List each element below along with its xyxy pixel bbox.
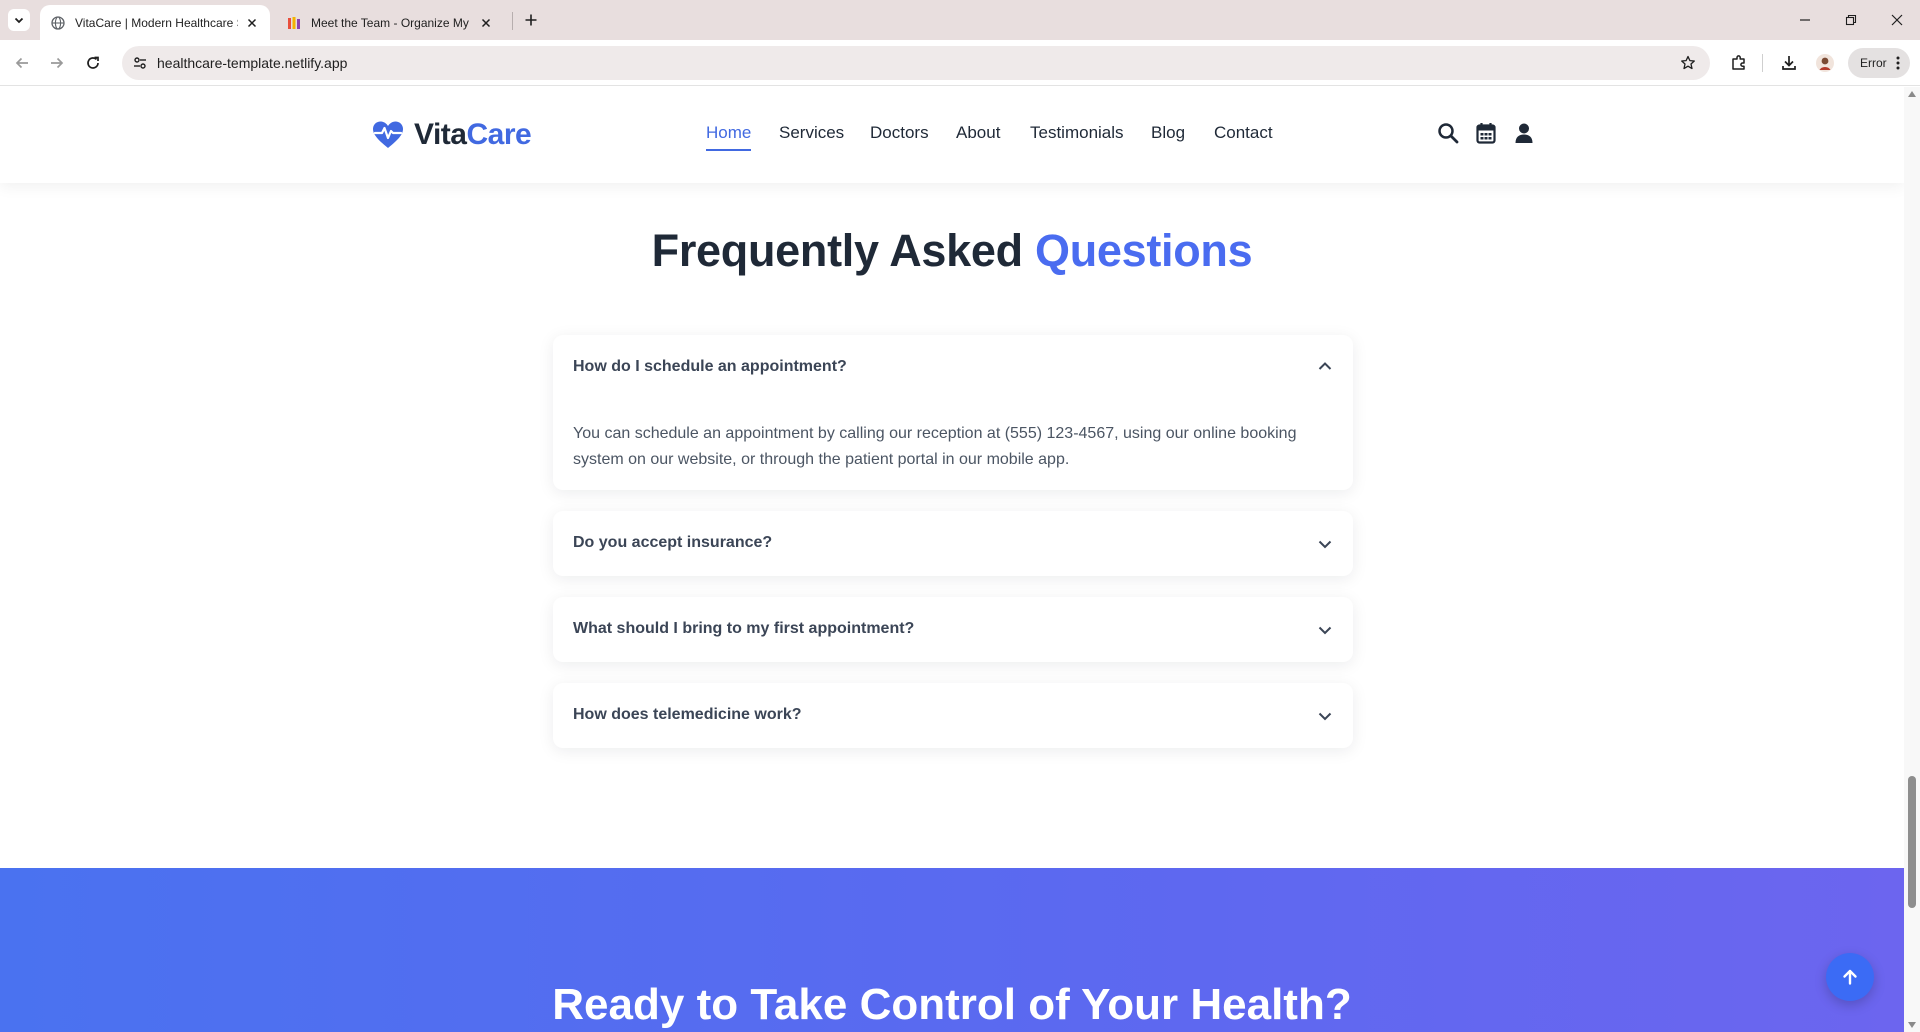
chevron-down-icon[interactable] (1315, 534, 1335, 554)
downloads-button[interactable] (1777, 51, 1801, 75)
nav-about[interactable]: About (956, 123, 1000, 143)
faq-heading-main: Frequently Asked (651, 225, 1023, 276)
close-icon (1891, 14, 1903, 26)
bookmark-star-icon[interactable] (1678, 53, 1698, 73)
chevron-down-icon[interactable] (1315, 620, 1335, 640)
minimize-button[interactable] (1782, 0, 1828, 40)
colorful-bars-icon (286, 15, 302, 31)
new-tab-button[interactable] (520, 9, 542, 31)
address-bar[interactable]: healthcare-template.netlify.app (122, 46, 1710, 80)
url-text: healthcare-template.netlify.app (157, 55, 348, 71)
cta-heading: Ready to Take Control of Your Health? (552, 980, 1352, 1029)
restore-button[interactable] (1828, 0, 1874, 40)
browser-tab-meet-the-team[interactable]: Meet the Team - Organize My F (276, 5, 504, 40)
restore-icon (1845, 14, 1857, 26)
chevron-up-icon[interactable] (1315, 356, 1335, 376)
browser-toolbar: healthcare-template.netlify.app Error (0, 40, 1920, 86)
extensions-button[interactable] (1727, 51, 1751, 75)
more-vertical-icon[interactable] (1896, 56, 1900, 73)
nav-contact[interactable]: Contact (1214, 123, 1273, 143)
error-label: Error (1860, 56, 1887, 70)
reload-icon (87, 56, 99, 69)
page-scrollbar[interactable] (1904, 87, 1920, 1032)
arrow-up-icon (1843, 969, 1857, 985)
faq-heading: Frequently Asked Questions (0, 225, 1904, 277)
tab-title: VitaCare | Modern Healthcare S (75, 15, 238, 30)
back-button[interactable] (10, 51, 34, 75)
arrow-right-icon (51, 57, 64, 69)
faq-question[interactable]: How do I schedule an appointment? (573, 358, 847, 376)
arrow-left-icon (15, 57, 28, 69)
faq-question[interactable]: Do you accept insurance? (573, 534, 772, 552)
site-header: VitaCare Home Services Doctors About Tes… (0, 87, 1904, 183)
toolbar-divider (1762, 54, 1763, 72)
tab-divider (512, 12, 513, 30)
forward-button[interactable] (45, 51, 69, 75)
back-to-top-button[interactable] (1826, 953, 1874, 1001)
nav-blog[interactable]: Blog (1151, 123, 1185, 143)
tab-search-button[interactable] (8, 9, 30, 31)
chevron-down-icon[interactable] (1315, 706, 1335, 726)
faq-item: How do I schedule an appointment? You ca… (553, 335, 1353, 490)
faq-item[interactable]: How does telemedicine work? (553, 683, 1353, 748)
close-tab-icon[interactable] (478, 15, 494, 31)
scroll-up-arrow-icon[interactable] (1908, 91, 1916, 97)
close-window-button[interactable] (1874, 0, 1920, 40)
browser-tab-vitacare[interactable]: VitaCare | Modern Healthcare S (40, 5, 270, 40)
minimize-icon (1800, 19, 1810, 21)
scrollbar-thumb[interactable] (1908, 776, 1916, 908)
chevron-down-icon (14, 17, 24, 24)
faq-heading-accent: Questions (1035, 225, 1253, 276)
plus-icon (525, 14, 537, 26)
cta-section: Ready to Take Control of Your Health? (0, 868, 1904, 1032)
faq-item[interactable]: What should I bring to my first appointm… (553, 597, 1353, 662)
profile-error-chip[interactable]: Error (1848, 48, 1910, 78)
close-tab-icon[interactable] (244, 15, 260, 31)
browser-tab-strip: VitaCare | Modern Healthcare S Meet the … (0, 0, 1920, 40)
tab-title: Meet the Team - Organize My F (311, 15, 472, 30)
scroll-down-arrow-icon[interactable] (1908, 1022, 1916, 1028)
globe-icon (50, 15, 66, 31)
avatar-icon (1816, 54, 1834, 72)
page-viewport: VitaCare Home Services Doctors About Tes… (0, 87, 1904, 1032)
puzzle-icon (1732, 55, 1745, 70)
nav-testimonials[interactable]: Testimonials (1030, 123, 1124, 143)
nav-services[interactable]: Services (779, 123, 844, 143)
nav-home[interactable]: Home (706, 123, 752, 151)
profile-avatar[interactable] (1813, 51, 1837, 75)
faq-question[interactable]: What should I bring to my first appointm… (573, 620, 914, 638)
search-icon[interactable] (1436, 121, 1460, 145)
user-icon[interactable] (1512, 121, 1536, 145)
download-icon (1782, 56, 1796, 70)
nav-doctors[interactable]: Doctors (870, 123, 929, 143)
faq-question[interactable]: How does telemedicine work? (573, 706, 802, 724)
main-nav: Home Services Doctors About Testimonials… (0, 123, 1904, 151)
faq-answer: You can schedule an appointment by calli… (573, 425, 1297, 468)
calendar-icon[interactable] (1474, 121, 1498, 145)
site-info-icon[interactable] (130, 53, 150, 73)
reload-button[interactable] (81, 51, 105, 75)
faq-item[interactable]: Do you accept insurance? (553, 511, 1353, 576)
